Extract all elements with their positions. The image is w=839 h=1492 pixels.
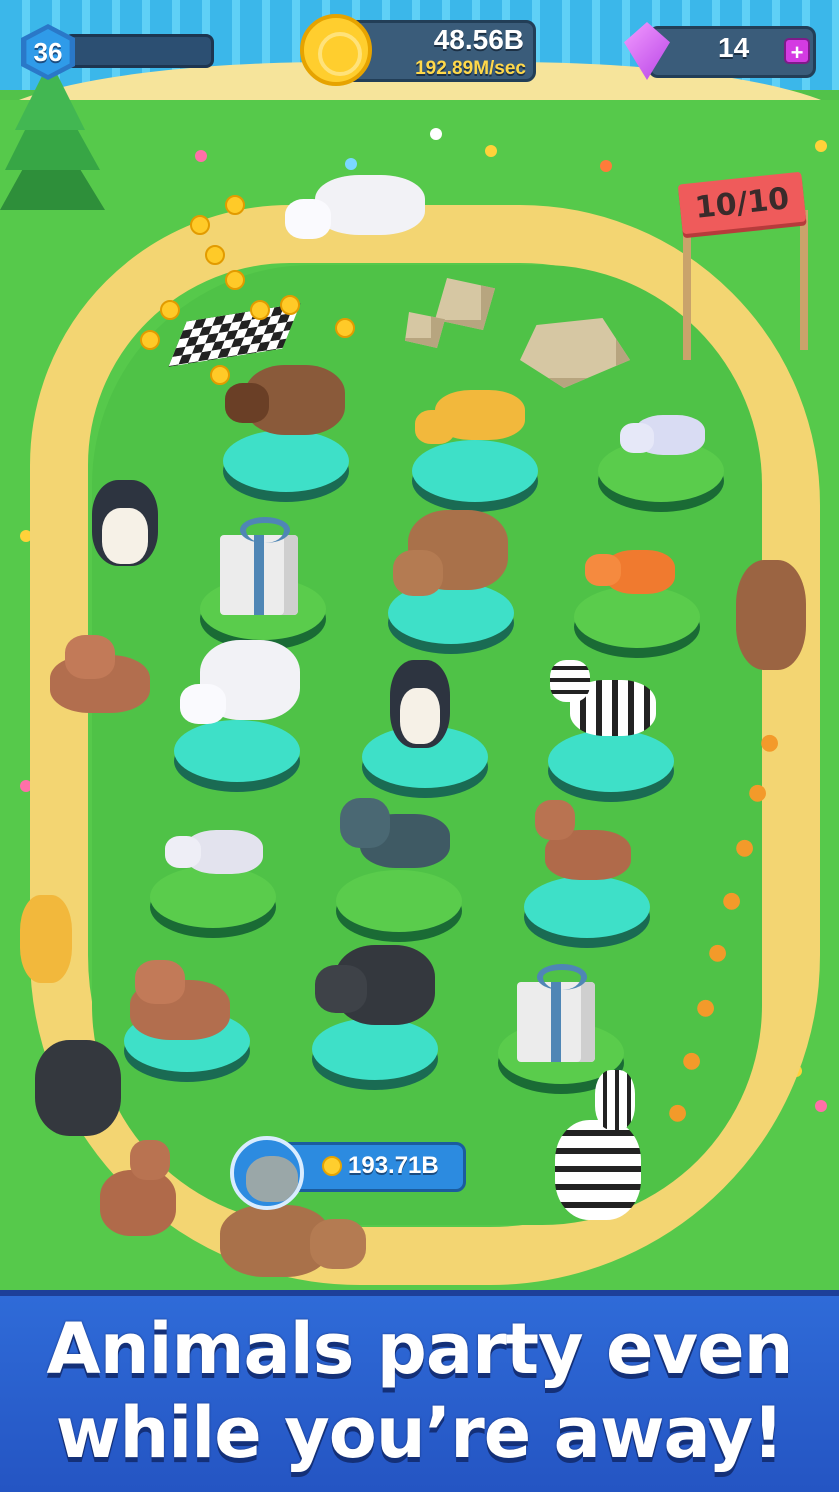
musk-ox[interactable]: [225, 355, 345, 445]
buffalo-runner: [35, 1040, 125, 1140]
walrus-runner: [30, 635, 160, 720]
polar-bear[interactable]: [180, 640, 300, 750]
coin-balance-panel: 48.56B 192.89M/sec: [300, 14, 538, 88]
flower-icon: [430, 128, 442, 140]
gem-count: 14: [718, 32, 750, 63]
gift-box-icon[interactable]: [517, 964, 595, 1062]
lap-counter: 10/10: [693, 180, 791, 226]
paw-print-icon: ●: [748, 780, 768, 805]
penguin[interactable]: [390, 660, 450, 750]
zebra[interactable]: [550, 660, 660, 770]
flower-icon: [485, 145, 497, 157]
xp-progress-bar: [64, 34, 214, 68]
tree-icon: [0, 60, 105, 210]
coin-icon: [300, 14, 372, 86]
flower-icon: [345, 158, 357, 170]
fox[interactable]: [585, 540, 675, 610]
gem-balance-panel: 14 +: [622, 22, 818, 80]
cheetah[interactable]: [415, 380, 525, 460]
coin-icon: [160, 300, 180, 320]
penguin-runner: [92, 480, 162, 570]
musk-ox-runner: [736, 540, 806, 670]
buy-animal-price: 193.71B: [348, 1152, 439, 1179]
coin-icon: [205, 245, 225, 265]
coin-icon: [280, 295, 300, 315]
paw-print-icon: ●: [682, 1048, 702, 1073]
level-badge: 36: [21, 24, 75, 80]
flower-icon: [815, 1100, 827, 1112]
flower-icon: [195, 150, 207, 162]
gift-box-icon[interactable]: [220, 517, 298, 615]
bear[interactable]: [393, 510, 508, 620]
deer[interactable]: [535, 790, 635, 890]
coin-icon: [140, 330, 160, 350]
coin-icon: [190, 215, 210, 235]
deer-runner: [100, 1130, 180, 1240]
gate-post: [683, 220, 691, 360]
zebra-runner: [555, 1070, 645, 1230]
paw-print-icon: ●: [722, 888, 742, 913]
level-number: 36: [33, 36, 63, 67]
bear-runner: [220, 1205, 366, 1285]
coin-icon: [250, 300, 270, 320]
flower-icon: [600, 160, 612, 172]
paw-print-icon: ●: [696, 995, 716, 1020]
promo-banner: Animals party even while you’re away!: [0, 1290, 839, 1492]
polar-bear-runner: [285, 175, 425, 255]
level-indicator: 36: [18, 24, 214, 80]
arctic-fox[interactable]: [615, 405, 705, 475]
cheetah-runner: [20, 895, 72, 985]
game-screen: ● ● ● ● ● ● ● ● 10/10 36 48.56B 192.89M/…: [0, 0, 839, 1492]
paw-print-icon: ●: [735, 835, 755, 860]
coin-icon: [322, 1156, 342, 1176]
paw-print-icon: ●: [760, 730, 780, 755]
add-gems-button[interactable]: +: [784, 38, 810, 65]
banner-line-2: while you’re away!: [55, 1392, 784, 1474]
wolf[interactable]: [340, 798, 450, 888]
paw-print-icon: ●: [708, 940, 728, 965]
buy-animal-button[interactable]: 193.71B: [230, 1136, 468, 1210]
hippo-icon: [230, 1136, 304, 1210]
buffalo[interactable]: [315, 935, 435, 1045]
gate-post: [800, 210, 808, 350]
walrus[interactable]: [110, 960, 240, 1050]
paw-print-icon: ●: [668, 1100, 688, 1125]
flower-icon: [815, 140, 827, 152]
coin-total: 48.56B: [433, 24, 524, 55]
arctic-wolf[interactable]: [165, 820, 265, 890]
coin-income-rate: 192.89M/sec: [415, 58, 526, 79]
coin-icon: [225, 270, 245, 290]
coin-icon: [335, 318, 355, 338]
coin-icon: [225, 195, 245, 215]
banner-line-1: Animals party even: [46, 1308, 794, 1390]
